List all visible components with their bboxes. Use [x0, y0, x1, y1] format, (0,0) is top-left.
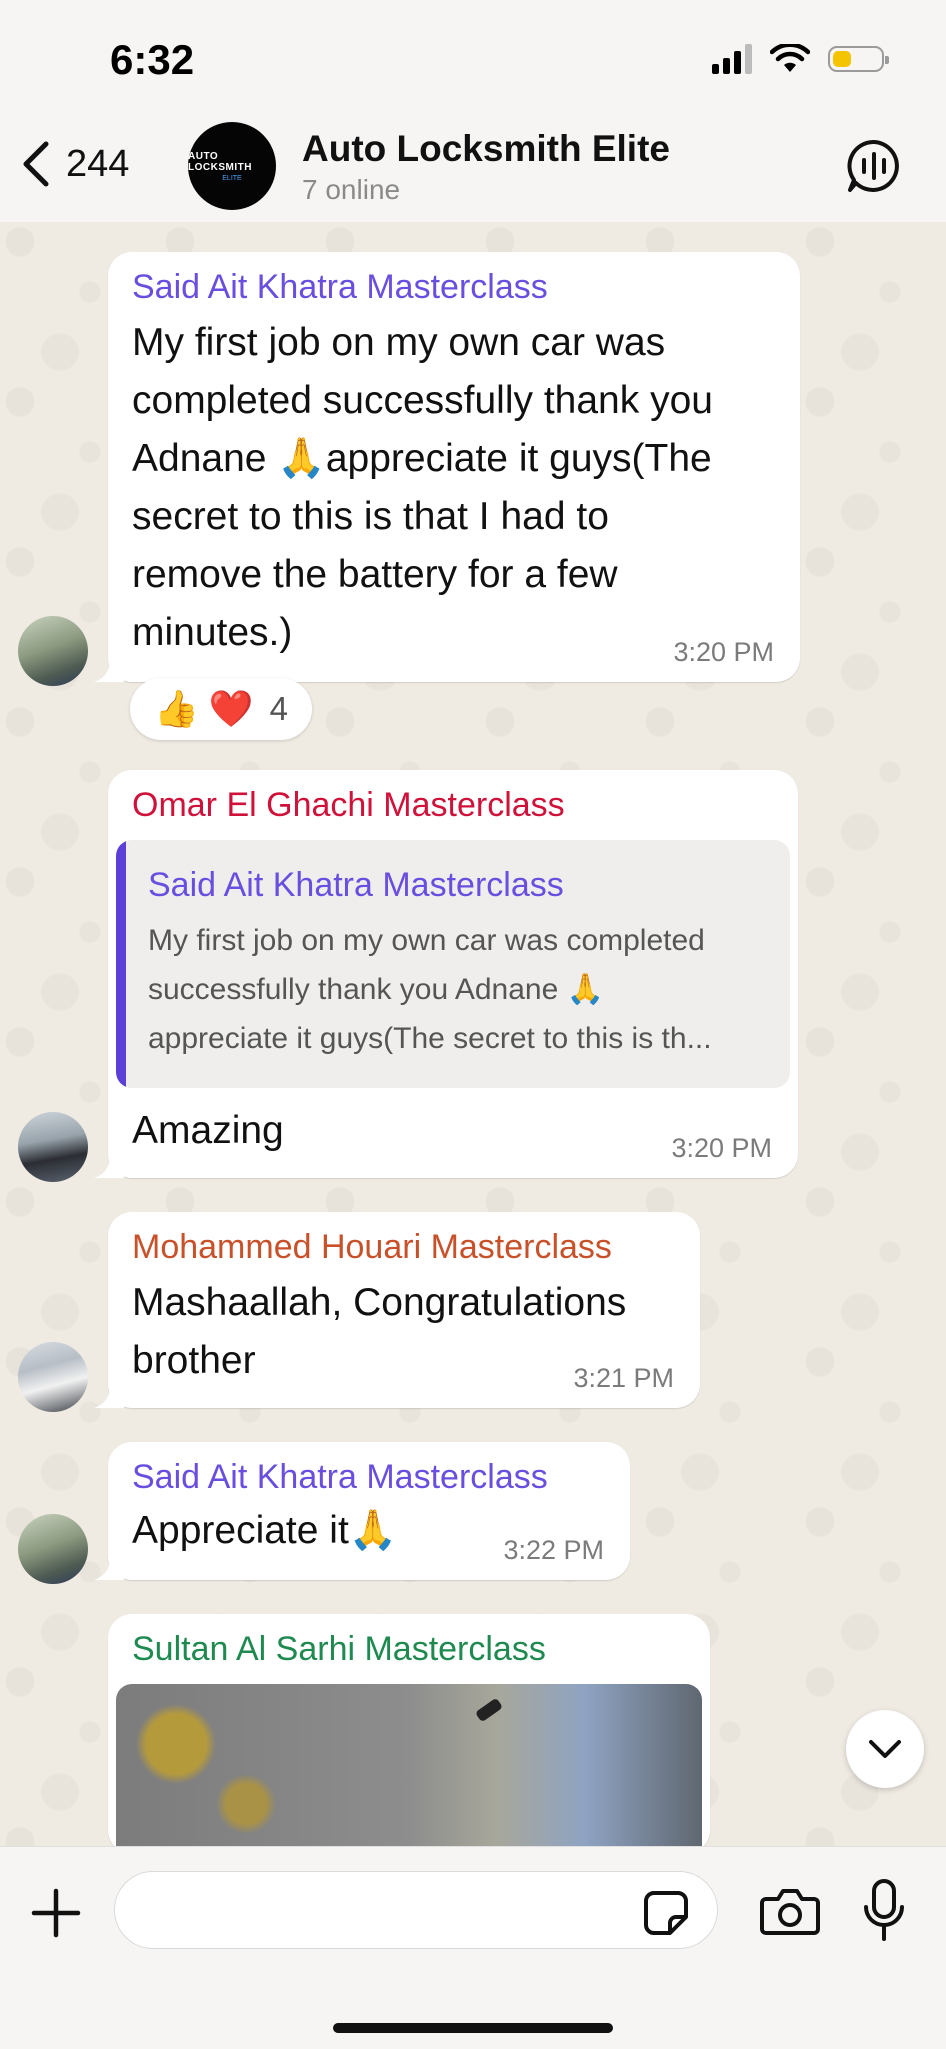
photo-detail: [474, 1697, 504, 1723]
battery-icon: [828, 46, 889, 72]
message-bubble[interactable]: Said Ait Khatra Masterclass My first job…: [94, 252, 800, 682]
sticker-icon[interactable]: [642, 1889, 690, 1937]
quote-bar: [116, 840, 126, 1088]
chevron-left-icon: [23, 141, 49, 187]
sender-name[interactable]: Said Ait Khatra Masterclass: [132, 1458, 548, 1497]
sender-name[interactable]: Mohammed Houari Masterclass: [132, 1228, 612, 1267]
message-bubble[interactable]: Mohammed Houari Masterclass Mashaallah, …: [94, 1212, 700, 1408]
message-text: Mashaallah, Congratulations brother: [132, 1281, 627, 1382]
message-time: 3:22 PM: [503, 1535, 604, 1565]
photo-attachment[interactable]: [116, 1684, 702, 1854]
group-avatar[interactable]: AUTO LOCKSMITH ELITE: [188, 122, 276, 210]
camera-icon[interactable]: [760, 1885, 820, 1937]
signal-icon: [712, 44, 752, 74]
input-bar: [0, 1846, 946, 2049]
quote-text: My first job on my own car was completed…: [148, 924, 712, 1055]
reaction-count: 4: [269, 690, 288, 727]
quote-sender: Said Ait Khatra Masterclass: [148, 866, 564, 904]
sender-name[interactable]: Omar El Ghachi Masterclass: [132, 786, 565, 825]
status-bar: 6:32: [0, 0, 946, 110]
microphone-icon[interactable]: [862, 1879, 906, 1943]
avatar[interactable]: [18, 616, 88, 686]
logo-text: AUTO LOCKSMITH: [188, 150, 252, 173]
avatar[interactable]: [18, 1342, 88, 1412]
reaction-emojis: 👍 ❤️: [153, 688, 254, 729]
unread-count: 244: [66, 142, 130, 185]
plus-icon[interactable]: [30, 1887, 82, 1939]
voice-chat-icon[interactable]: [846, 138, 902, 194]
message-text: Appreciate it🙏: [132, 1509, 398, 1552]
reactions[interactable]: 👍 ❤️ 4: [130, 678, 312, 740]
chevron-down-icon: [869, 1740, 901, 1758]
status-time: 6:32: [110, 36, 195, 83]
message-text: My first job on my own car was completed…: [132, 321, 713, 654]
chat-header: 244 AUTO LOCKSMITH ELITE Auto Locksmith …: [0, 110, 946, 223]
avatar[interactable]: [18, 1112, 88, 1182]
group-name[interactable]: Auto Locksmith Elite: [302, 128, 670, 170]
message-time: 3:20 PM: [673, 637, 774, 667]
sender-name[interactable]: Said Ait Khatra Masterclass: [132, 268, 548, 307]
status-icons: [712, 44, 889, 74]
home-indicator: [333, 2023, 613, 2033]
message-time: 3:20 PM: [671, 1133, 772, 1163]
bubble-tail: [94, 654, 124, 682]
back-button[interactable]: 244: [18, 138, 129, 190]
bubble-tail: [94, 1380, 124, 1408]
message-text: Amazing: [132, 1109, 284, 1152]
avatar[interactable]: [18, 1514, 88, 1584]
battery-level: [833, 51, 851, 67]
scroll-down-button[interactable]: [846, 1710, 924, 1788]
sender-name[interactable]: Sultan Al Sarhi Masterclass: [132, 1630, 546, 1669]
quoted-reply[interactable]: Said Ait Khatra Masterclass My first job…: [116, 840, 790, 1088]
message-bubble[interactable]: Said Ait Khatra Masterclass Appreciate i…: [94, 1442, 630, 1580]
online-status: 7 online: [302, 174, 401, 205]
bubble-tail: [94, 1552, 124, 1580]
bubble-tail: [94, 1150, 124, 1178]
message-time: 3:21 PM: [573, 1363, 674, 1393]
logo-subtext: ELITE: [222, 174, 242, 182]
message-input[interactable]: [114, 1871, 718, 1949]
wifi-icon: [770, 44, 810, 72]
